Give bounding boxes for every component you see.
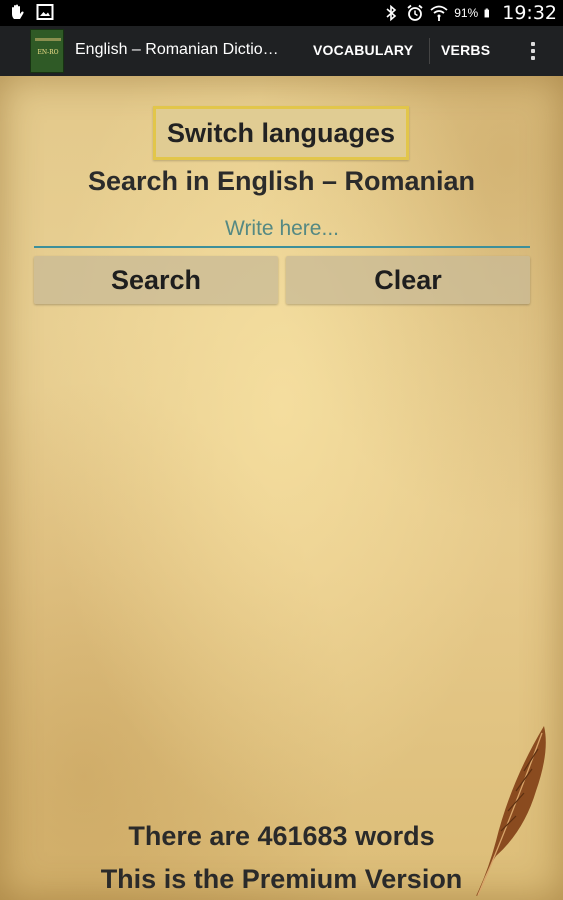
bluetooth-icon (386, 4, 397, 22)
clock: 19:32 (502, 2, 557, 24)
search-button[interactable]: Search (34, 256, 278, 304)
tab-vocabulary[interactable]: VOCABULARY (313, 42, 413, 58)
app-icon[interactable]: EN-RO (30, 29, 64, 73)
app-title: English – Romanian Dictio… (75, 41, 279, 58)
app-icon-label: EN-RO (37, 49, 59, 56)
overflow-menu-icon[interactable] (526, 40, 540, 62)
clear-button[interactable]: Clear (286, 256, 530, 304)
main-content: Switch languages Search in English – Rom… (0, 76, 563, 900)
search-heading: Search in English – Romanian (87, 166, 476, 196)
image-icon (36, 4, 54, 20)
status-left (8, 3, 54, 21)
tab-verbs[interactable]: VERBS (441, 42, 490, 58)
version-text: This is the Premium Version (100, 864, 463, 894)
switch-languages-button[interactable]: Switch languages (153, 106, 409, 160)
battery-icon (484, 8, 490, 18)
search-input[interactable] (34, 212, 530, 248)
status-bar: 91% 19:32 (0, 0, 563, 26)
hand-icon (12, 4, 24, 19)
wifi-icon (430, 5, 448, 21)
action-bar: EN-RO English – Romanian Dictio… VOCABUL… (0, 26, 563, 76)
alarm-icon (407, 4, 423, 21)
status-right: 91% 19:32 (382, 2, 557, 24)
app-icon-decoration (35, 38, 61, 41)
battery-percent: 91% (454, 6, 479, 20)
word-count-text: There are 461683 words (128, 821, 435, 851)
tab-divider (429, 38, 430, 64)
